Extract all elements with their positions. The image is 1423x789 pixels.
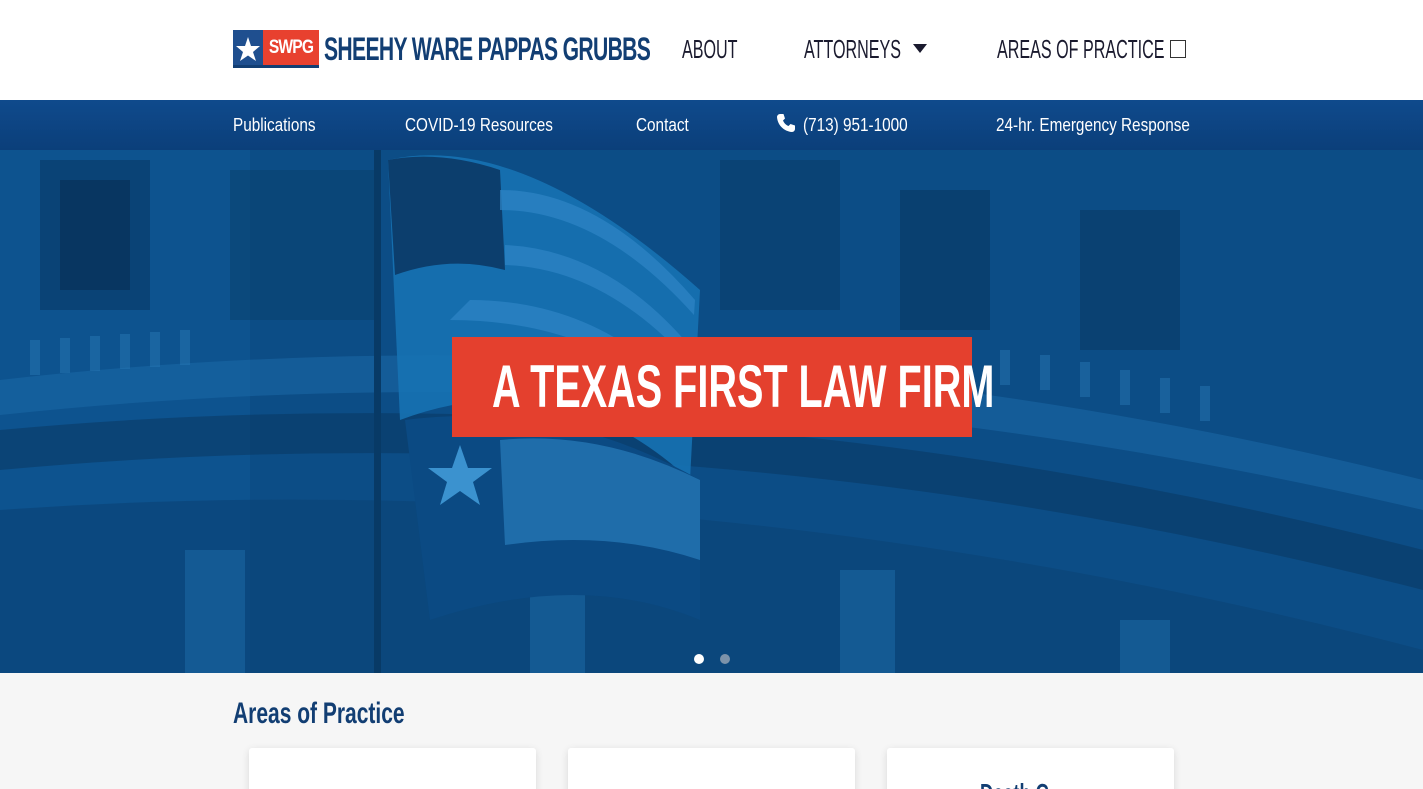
star-icon bbox=[233, 30, 263, 68]
square-toggle-icon[interactable] bbox=[1170, 40, 1186, 58]
slider-dot-2[interactable] bbox=[720, 654, 730, 664]
hero-title: A TEXAS FIRST LAW FIRM bbox=[492, 353, 995, 420]
brand-name: SHEEHY WARE PAPPAS GRUBBS bbox=[324, 30, 651, 67]
hero-slider: A TEXAS FIRST LAW FIRM bbox=[0, 150, 1423, 673]
practice-card[interactable] bbox=[568, 748, 855, 789]
phone-icon bbox=[777, 114, 795, 132]
nav-covid-resources[interactable]: COVID-19 Resources bbox=[405, 115, 553, 136]
nav-areas-of-practice[interactable]: AREAS OF PRACTICE bbox=[997, 34, 1164, 65]
secondary-nav: Publications COVID-19 Resources Contact … bbox=[0, 100, 1423, 150]
slider-dot-1[interactable] bbox=[694, 654, 704, 664]
nav-about[interactable]: ABOUT bbox=[682, 34, 738, 65]
logo-badge-text: SWPG bbox=[268, 37, 314, 58]
practice-card-title: Death C... bbox=[980, 778, 1064, 789]
phone-number-link[interactable]: (713) 951-1000 bbox=[803, 115, 908, 136]
site-header: SWPG SHEEHY WARE PAPPAS GRUBBS ABOUT ATT… bbox=[0, 0, 1423, 100]
nav-publications[interactable]: Publications bbox=[233, 115, 316, 136]
logo-badge-red: SWPG bbox=[263, 30, 319, 68]
section-title: Areas of Practice bbox=[233, 697, 405, 730]
chevron-down-icon[interactable] bbox=[913, 44, 927, 53]
practice-card[interactable] bbox=[249, 748, 536, 789]
logo-underline bbox=[233, 65, 319, 68]
nav-attorneys[interactable]: ATTORNEYS bbox=[804, 34, 901, 65]
practice-card[interactable]: Death C... bbox=[887, 748, 1174, 789]
nav-emergency-response[interactable]: 24-hr. Emergency Response bbox=[996, 115, 1190, 136]
logo-badge: SWPG bbox=[233, 30, 319, 68]
nav-contact[interactable]: Contact bbox=[636, 115, 689, 136]
areas-of-practice-section: Areas of Practice Death C... bbox=[0, 673, 1423, 789]
